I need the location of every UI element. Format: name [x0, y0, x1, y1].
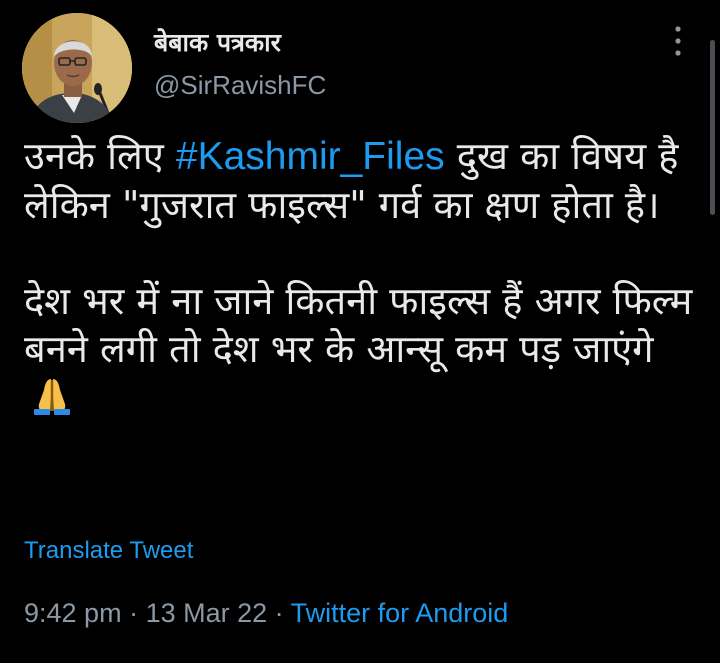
tweet-date[interactable]: 13 Mar 22 — [146, 598, 268, 628]
display-name[interactable]: बेबाक पत्रकार — [154, 25, 281, 59]
separator: · — [267, 598, 291, 628]
text-segment: देश भर में ना जाने कितनी फाइल्स हैं अगर … — [24, 279, 693, 371]
scrollbar[interactable] — [710, 40, 715, 215]
tweet-time[interactable]: 9:42 pm — [24, 598, 122, 628]
text-segment: उनके लिए — [24, 134, 176, 178]
tweet-paragraph-1: उनके लिए #Kashmir_Files दुख का विषय है ल… — [24, 132, 696, 229]
tweet-paragraph-2: देश भर में ना जाने कितनी फाइल्स हैं अगर … — [24, 277, 696, 427]
handle[interactable]: @SirRavishFC — [154, 70, 326, 101]
tweet-source-link[interactable]: Twitter for Android — [291, 598, 509, 628]
folded-hands-emoji-icon — [30, 376, 74, 427]
separator: · — [121, 598, 146, 628]
translate-tweet-link[interactable]: Translate Tweet — [24, 537, 193, 565]
profile-photo-icon — [22, 13, 132, 123]
hashtag-link[interactable]: #Kashmir_Files — [176, 135, 445, 178]
tweet: बेबाक पत्रकार @SirRavishFC उनके लिए #Kas… — [0, 0, 720, 663]
avatar[interactable] — [22, 13, 132, 123]
more-vertical-icon[interactable] — [668, 24, 688, 58]
tweet-text: उनके लिए #Kashmir_Files दुख का विषय है ल… — [24, 132, 696, 427]
tweet-metadata: 9:42 pm · 13 Mar 22 · Twitter for Androi… — [24, 598, 508, 629]
